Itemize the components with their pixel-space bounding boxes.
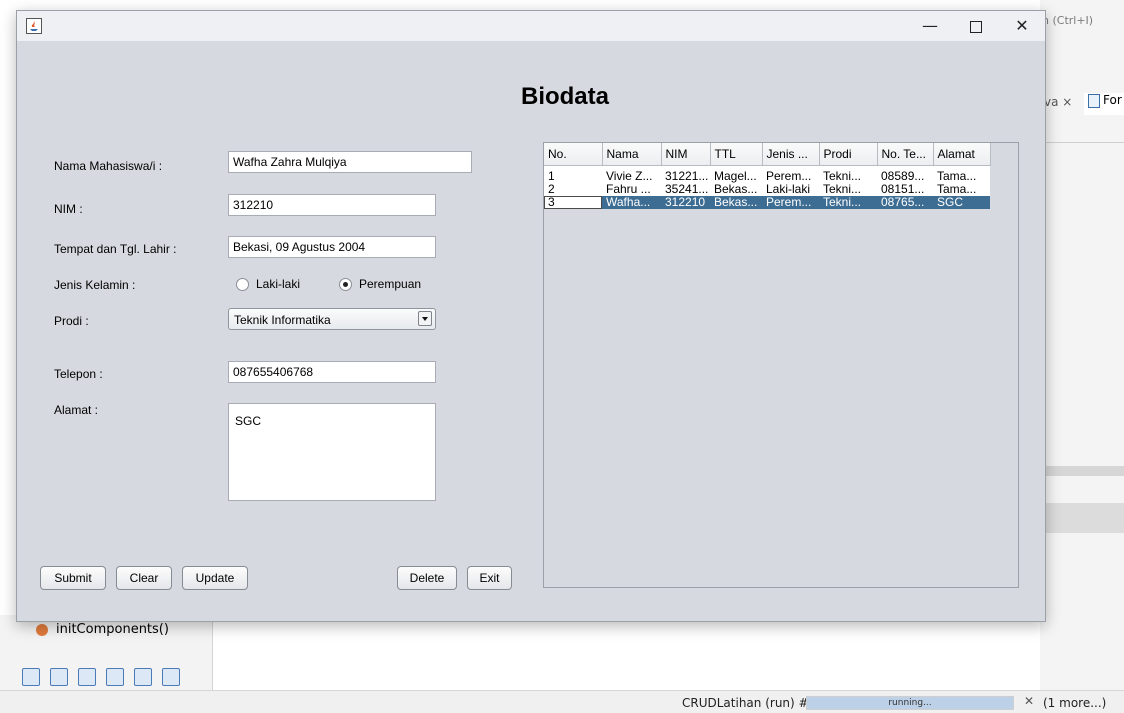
table-cell[interactable]: Laki-laki [762,183,819,196]
title-bar[interactable]: — ✕ [17,11,1045,41]
telepon-input[interactable]: 087655406768 [228,361,436,383]
minimize-button[interactable]: — [907,11,953,41]
table-cell[interactable]: SGC [933,196,990,209]
telepon-label: Telepon : [54,367,103,381]
table-cell[interactable]: Perem... [762,170,819,183]
table-cell[interactable]: Bekas... [710,183,762,196]
submit-button[interactable]: Submit [40,566,106,590]
table-cell[interactable]: 1 [544,170,602,183]
progress-label: running... [888,698,932,708]
status-task[interactable]: CRUDLatihan (run) #2 [682,696,816,710]
palette-tool-icon[interactable] [22,668,40,686]
table-cell[interactable]: Tekni... [819,196,877,209]
nama-label: Nama Mahasiswa/i : [54,159,163,173]
ide-editor-area [213,615,1040,690]
data-grid[interactable]: No. Nama NIM TTL Jenis ... Prodi No. Te.… [544,143,991,209]
column-header[interactable]: No. [544,143,603,166]
table-cell[interactable]: 2 [544,183,602,196]
java-app-icon [26,18,42,34]
ide-scrollbar[interactable] [1040,466,1124,476]
palette-toolbar [22,668,180,686]
table-cell[interactable]: Wafha... [602,196,661,209]
alamat-label: Alamat : [54,403,99,417]
maximize-button[interactable] [953,11,999,41]
table-cell[interactable]: Tama... [933,183,990,196]
column-header[interactable]: TTL [710,143,763,166]
exit-button[interactable]: Exit [467,566,512,590]
table-cell[interactable]: Tekni... [819,183,877,196]
table-cell[interactable]: 08589... [877,170,933,183]
nim-input[interactable]: 312210 [228,194,436,216]
jenis-kelamin-label: Jenis Kelamin : [54,278,136,292]
radio-perempuan[interactable]: Perempuan [339,277,421,291]
column-header[interactable]: Prodi [819,143,878,166]
close-task-icon[interactable]: ✕ [1024,694,1034,708]
prodi-label: Prodi : [54,314,89,328]
palette-tool-icon[interactable] [106,668,124,686]
palette-tool-icon[interactable] [78,668,96,686]
palette-tool-icon[interactable] [134,668,152,686]
ide-panel-header [1040,503,1124,533]
biodata-table[interactable]: No. Nama NIM TTL Jenis ... Prodi No. Te.… [543,142,1019,588]
navigator-item-label: initComponents() [56,622,169,637]
biodata-window: — ✕ Biodata Nama Mahasiswa/i : NIM : Tem… [16,10,1046,622]
ttl-label: Tempat dan Tgl. Lahir : [54,242,177,256]
nim-label: NIM : [54,202,83,216]
update-button[interactable]: Update [182,566,248,590]
table-cell[interactable]: Vivie Z... [602,170,661,183]
radio-circle-selected [339,277,352,291]
navigator-item-initcomponents[interactable]: initComponents() [36,622,169,637]
nama-input[interactable]: Wafha Zahra Mulqiya [228,151,472,173]
table-cell[interactable]: Bekas... [710,196,762,209]
ttl-input[interactable]: Bekasi, 09 Agustus 2004 [228,236,436,258]
divider [1040,142,1124,143]
table-cell[interactable]: 3 [544,196,602,209]
alamat-textarea[interactable]: SGC [228,403,436,501]
table-cell[interactable]: Perem... [762,196,819,209]
table-cell[interactable]: 08765... [877,196,933,209]
chevron-down-icon[interactable] [418,311,432,326]
method-icon [36,623,48,636]
column-header[interactable]: No. Te... [877,143,934,166]
table-cell[interactable]: Fahru ... [602,183,661,196]
palette-tool-icon[interactable] [162,668,180,686]
ide-search-hint[interactable]: h (Ctrl+I) [1042,14,1093,27]
clear-button[interactable]: Clear [116,566,172,590]
table-cell[interactable]: 31221... [661,170,710,183]
maximize-icon [970,20,982,33]
table-row[interactable]: 2 Fahru ... 35241... Bekas... Laki-laki … [544,183,990,196]
palette-tool-icon[interactable] [50,668,68,686]
more-tasks-link[interactable]: (1 more...) [1043,696,1106,710]
column-header[interactable]: Alamat [933,143,991,166]
prodi-select[interactable]: Teknik Informatika [228,308,436,330]
table-cell[interactable]: Magel... [710,170,762,183]
delete-button[interactable]: Delete [397,566,457,590]
table-cell[interactable]: 312210 [661,196,710,209]
run-progress-bar: running... [806,696,1014,710]
column-header[interactable]: NIM [661,143,711,166]
column-header[interactable]: Nama [602,143,662,166]
table-cell[interactable]: Tekni... [819,170,877,183]
table-header-row: No. Nama NIM TTL Jenis ... Prodi No. Te.… [544,143,991,166]
radio-laki-laki[interactable]: Laki-laki [236,277,300,291]
table-row[interactable]: 1 Vivie Z... 31221... Magel... Perem... … [544,170,990,183]
page-title: Biodata [520,83,609,110]
prodi-selected-value: Teknik Informatika [234,313,331,327]
radio-label: Laki-laki [256,277,301,291]
table-cell[interactable]: 08151... [877,183,933,196]
table-row-selected[interactable]: 3 Wafha... 312210 Bekas... Perem... Tekn… [544,196,990,209]
column-header[interactable]: Jenis ... [762,143,820,166]
close-button[interactable]: ✕ [999,11,1045,41]
table-cell[interactable]: 35241... [661,183,710,196]
radio-label: Perempuan [359,277,422,291]
radio-circle [236,277,249,291]
table-cell[interactable]: Tama... [933,170,990,183]
status-bar: CRUDLatihan (run) #2 running... ✕ (1 mor… [0,690,1124,713]
